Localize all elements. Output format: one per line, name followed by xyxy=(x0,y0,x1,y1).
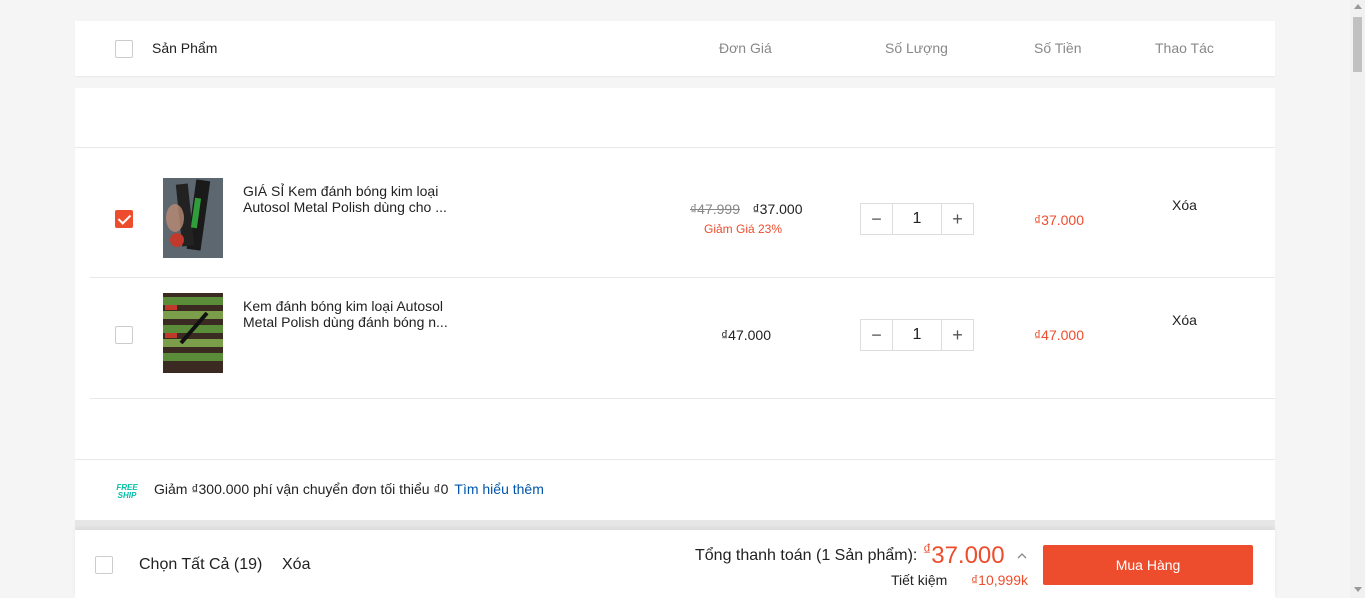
product-name[interactable]: GIÁ SỈ Kem đánh bóng kim loại Autosol Me… xyxy=(243,183,458,215)
item-checkbox[interactable] xyxy=(115,326,133,344)
item-total: ₫37.000 xyxy=(1034,212,1085,228)
select-all-label[interactable]: Chọn Tất Cả (19) xyxy=(139,556,262,574)
learn-more-link[interactable]: Tìm hiểu thêm xyxy=(454,481,543,497)
delete-selected-button[interactable]: Xóa xyxy=(282,556,310,574)
unit-price: ₫47.000 xyxy=(721,327,772,343)
shipping-discount-text: Giảm ₫300.000 phí vận chuyển đơn tối thi… xyxy=(154,481,449,497)
delete-button[interactable]: Xóa xyxy=(1172,312,1197,328)
cart-item: GIÁ SỈ Kem đánh bóng kim loại Autosol Me… xyxy=(90,148,1275,278)
currency-symbol: ₫ xyxy=(923,542,932,559)
chevron-up-icon[interactable] xyxy=(1017,548,1027,559)
item-checkbox[interactable] xyxy=(115,210,133,228)
increase-button[interactable]: + xyxy=(941,320,973,350)
unit-price-group: ₫47.999 ₫37.000 xyxy=(690,201,802,219)
total-amount: ₫37.000 xyxy=(923,542,1005,570)
cart-page: Sản Phẩm Đơn Giá Số Lượng Số Tiền Thao T… xyxy=(0,0,1365,598)
header-quantity: Số Lượng xyxy=(885,40,948,56)
header-unit-price: Đơn Giá xyxy=(719,40,772,56)
product-thumbnail[interactable] xyxy=(163,293,223,373)
cart-item: Kem đánh bóng kim loại Autosol Metal Pol… xyxy=(90,278,1275,399)
checkout-footer: Chọn Tất Cả (19) Xóa Tổng thanh toán (1 … xyxy=(75,530,1275,598)
free-ship-icon: FREE SHIP xyxy=(116,484,138,500)
free-ship-badge-bottom: SHIP xyxy=(117,491,137,500)
total-value: 37.000 xyxy=(931,542,1005,569)
quantity-stepper: − 1 + xyxy=(860,203,974,235)
quantity-input[interactable]: 1 xyxy=(893,320,941,350)
discount-label: Giảm Giá 23% xyxy=(704,222,783,236)
footer-divider xyxy=(75,520,1275,530)
decrease-button[interactable]: − xyxy=(861,320,893,350)
increase-button[interactable]: + xyxy=(941,204,973,234)
savings-label: Tiết kiệm xyxy=(891,572,948,588)
decrease-button[interactable]: − xyxy=(861,204,893,234)
scroll-up-icon[interactable] xyxy=(1354,4,1362,9)
header-product: Sản Phẩm xyxy=(152,40,218,56)
product-name[interactable]: Kem đánh bóng kim loại Autosol Metal Pol… xyxy=(243,298,458,330)
checkout-button[interactable]: Mua Hàng xyxy=(1043,545,1253,585)
sale-price: ₫37.000 xyxy=(752,201,803,217)
select-all-checkbox[interactable] xyxy=(95,556,113,574)
delete-button[interactable]: Xóa xyxy=(1172,197,1197,213)
cart-header: Sản Phẩm Đơn Giá Số Lượng Số Tiền Thao T… xyxy=(75,21,1275,76)
shipping-text-row: Giảm ₫300.000 phí vận chuyển đơn tối thi… xyxy=(154,481,544,497)
shipping-voucher-bar: FREE SHIP Giảm ₫300.000 phí vận chuyển đ… xyxy=(75,459,1275,520)
original-price: ₫47.999 xyxy=(690,201,741,217)
shop-section: GIÁ SỈ Kem đánh bóng kim loại Autosol Me… xyxy=(75,88,1275,520)
header-amount: Số Tiền xyxy=(1034,40,1082,56)
header-action: Thao Tác xyxy=(1155,40,1214,56)
total-label: Tổng thanh toán (1 Sản phẩm): xyxy=(695,547,918,564)
quantity-stepper: − 1 + xyxy=(860,319,974,351)
product-thumbnail[interactable] xyxy=(163,178,223,258)
scrollbar-thumb[interactable] xyxy=(1353,17,1362,72)
item-total: ₫47.000 xyxy=(1034,327,1085,343)
shop-top-bar xyxy=(75,88,1275,148)
scrollbar[interactable] xyxy=(1350,0,1365,598)
select-all-checkbox-header[interactable] xyxy=(115,40,133,58)
scroll-down-icon[interactable] xyxy=(1354,587,1362,592)
savings-value: ₫10,999k xyxy=(971,572,1029,588)
quantity-input[interactable]: 1 xyxy=(893,204,941,234)
